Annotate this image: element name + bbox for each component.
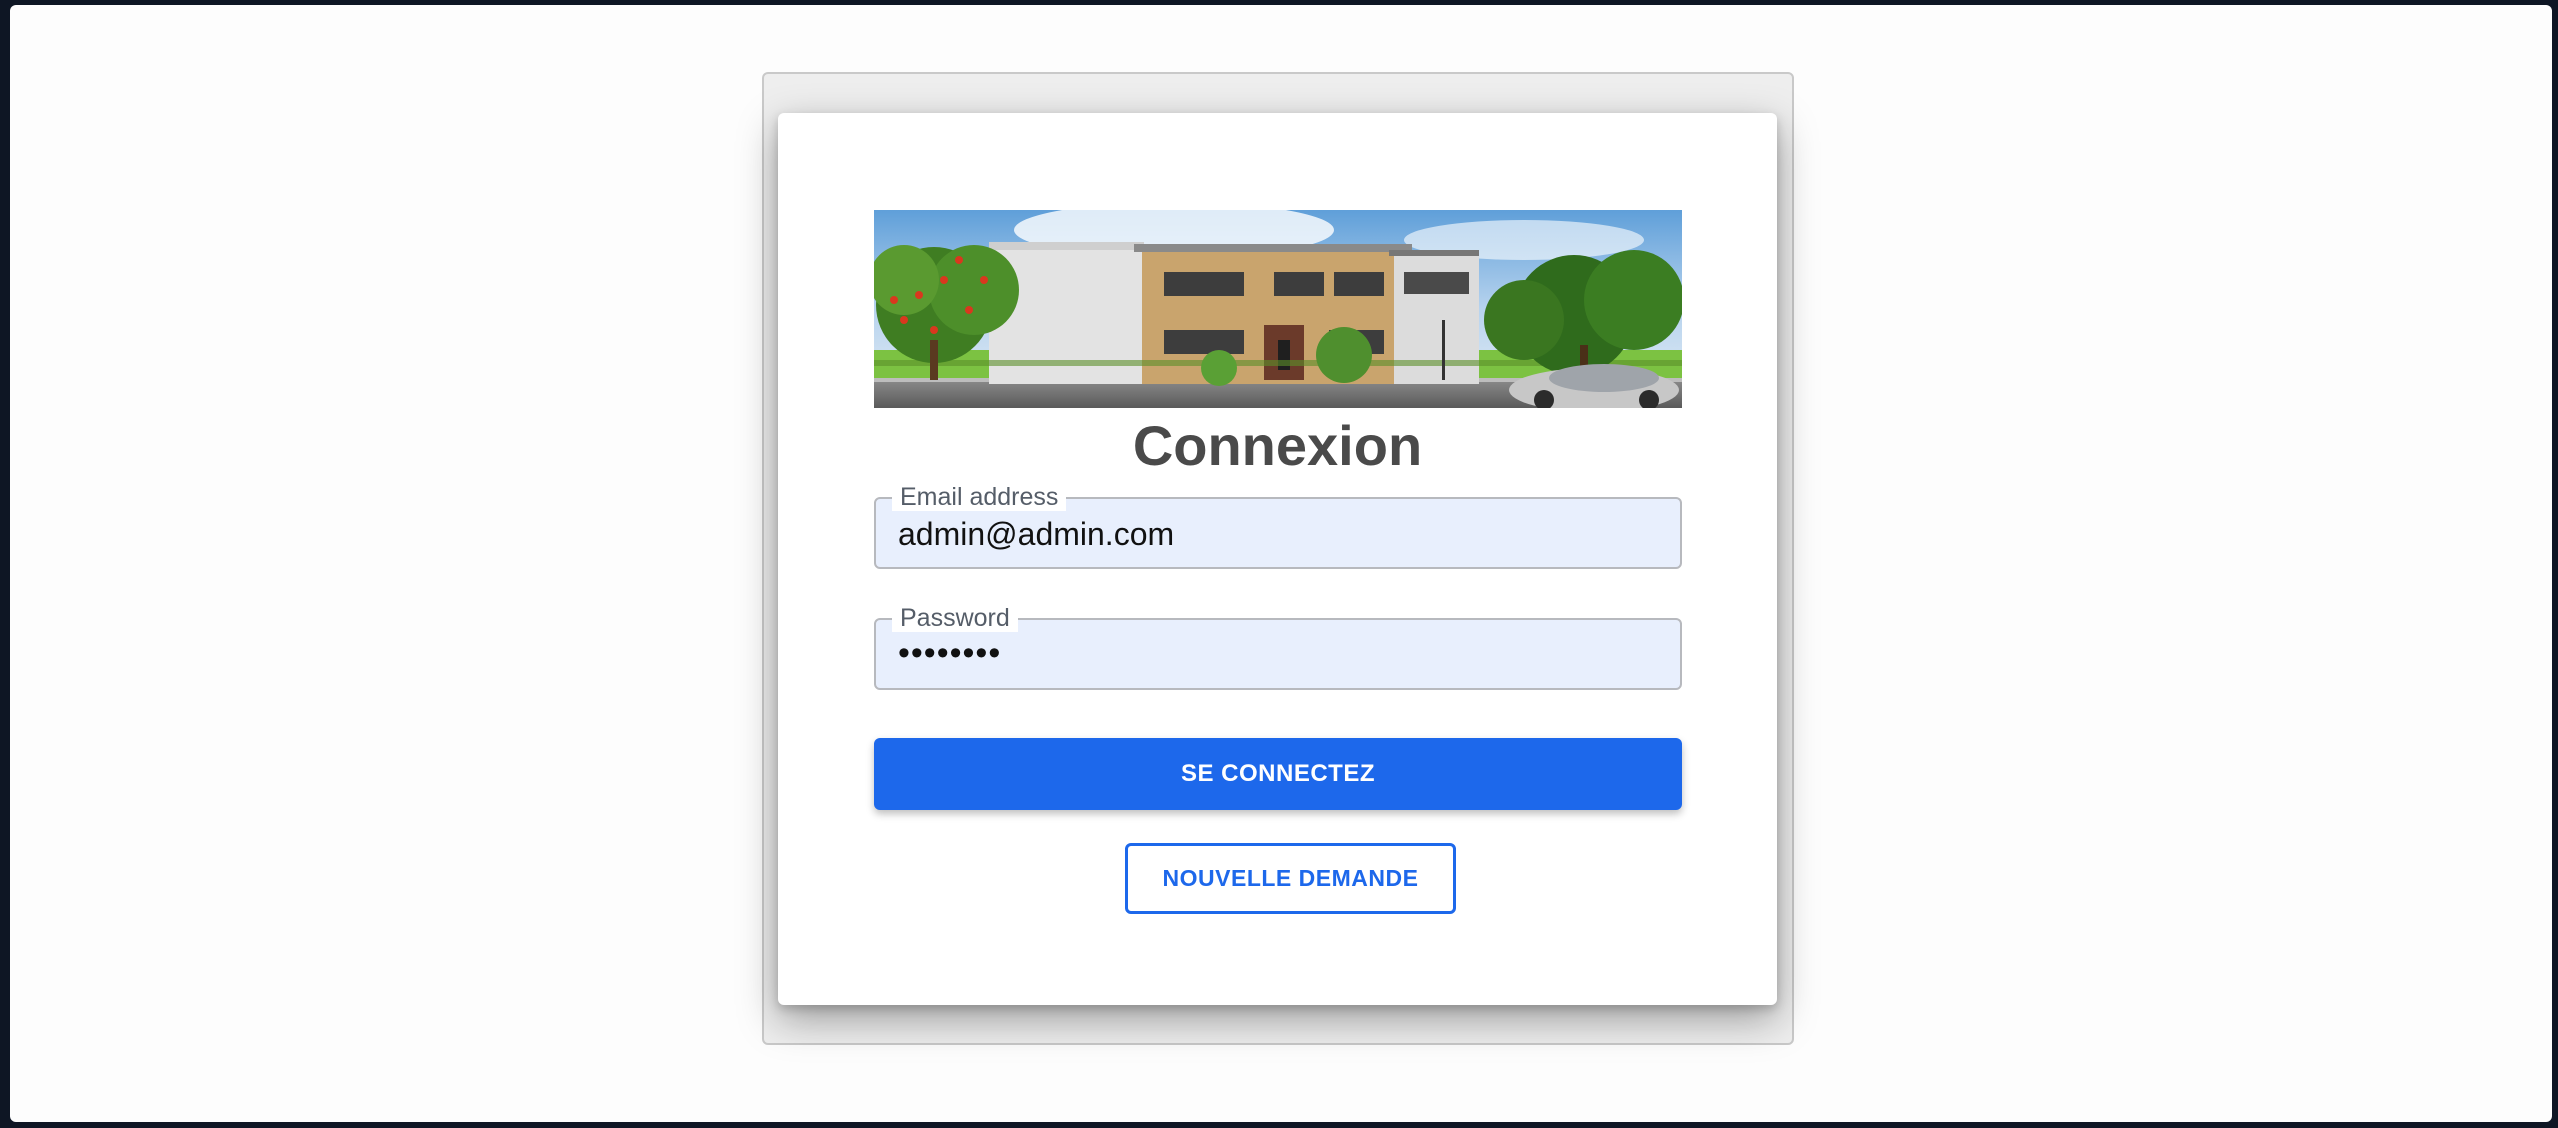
house-banner-image [874,210,1682,408]
password-label: Password [892,604,1018,632]
email-field[interactable]: Email address admin@admin.com [874,483,1682,569]
email-label: Email address [892,483,1067,511]
login-card: Connexion Email address admin@admin.com … [778,113,1777,1005]
new-request-button[interactable]: NOUVELLE DEMANDE [1125,843,1456,914]
password-input-value[interactable]: •••••••• [898,634,1001,672]
login-button[interactable]: SE CONNECTEZ [874,738,1682,810]
page-title: Connexion [1132,414,1423,477]
email-input-value[interactable]: admin@admin.com [898,515,1174,553]
password-field[interactable]: Password •••••••• [874,604,1682,690]
browser-viewport: Connexion Email address admin@admin.com … [10,5,2552,1122]
